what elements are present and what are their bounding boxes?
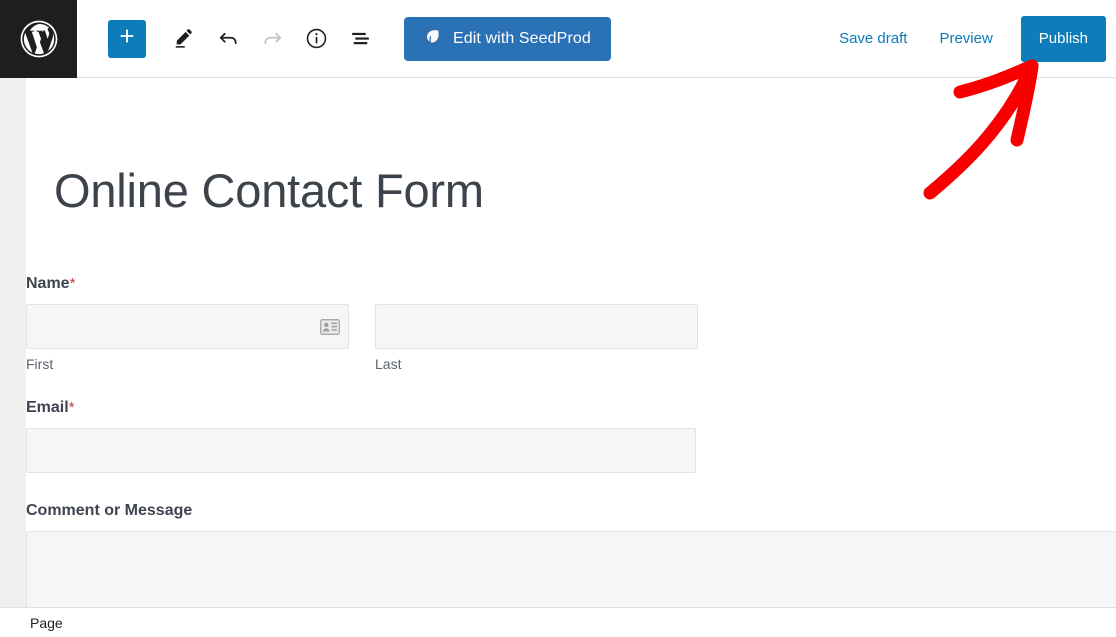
name-required-marker: * <box>69 275 76 292</box>
name-fields-row: First Last <box>26 304 1116 372</box>
email-input[interactable] <box>26 428 696 473</box>
seedprod-leaf-icon <box>420 25 442 52</box>
publish-button[interactable]: Publish <box>1020 15 1106 62</box>
comment-textarea[interactable] <box>26 531 1116 607</box>
preview-button[interactable]: Preview <box>923 20 1008 57</box>
page-title[interactable]: Online Contact Form <box>54 165 484 217</box>
editor-canvas: Online Contact Form Name* First Last Ema… <box>0 78 1116 607</box>
redo-arrow-icon <box>260 26 285 51</box>
undo-button[interactable] <box>206 17 250 61</box>
toolbar-left-group: Edit with SeedProd <box>77 16 823 61</box>
post-content-sheet: Online Contact Form Name* First Last Ema… <box>26 78 1116 607</box>
breadcrumb: Page <box>0 607 1116 637</box>
name-first-input[interactable] <box>26 304 349 349</box>
comment-label-text: Comment or Message <box>26 502 193 519</box>
form-field-name: Name* First Last <box>26 276 1116 372</box>
details-info-button[interactable] <box>294 17 338 61</box>
info-circle-icon <box>304 26 329 51</box>
editor-header-toolbar: Edit with SeedProd Save draft Preview Pu… <box>0 0 1116 78</box>
list-view-icon <box>348 26 373 51</box>
form-field-email: Email* <box>26 400 1116 473</box>
pencil-icon <box>172 26 197 51</box>
wordpress-logo-button[interactable] <box>0 0 77 78</box>
wordpress-block-editor: Edit with SeedProd Save draft Preview Pu… <box>0 0 1116 637</box>
email-field-label: Email* <box>26 400 1116 416</box>
contact-form-block: Name* First Last Email* Comment or Messa… <box>26 276 1116 607</box>
wordpress-logo-icon <box>17 17 61 61</box>
toolbar-right-group: Save draft Preview Publish <box>823 15 1116 62</box>
plus-icon <box>116 25 138 52</box>
name-last-input[interactable] <box>375 304 698 349</box>
contact-card-icon[interactable] <box>319 318 341 336</box>
breadcrumb-item-page[interactable]: Page <box>30 615 63 631</box>
save-draft-button[interactable]: Save draft <box>823 20 923 57</box>
email-label-text: Email <box>26 399 69 416</box>
add-block-button[interactable] <box>108 19 146 58</box>
edit-with-seedprod-button[interactable]: Edit with SeedProd <box>404 16 611 61</box>
form-field-comment: Comment or Message <box>26 503 1116 607</box>
seedprod-button-label: Edit with SeedProd <box>453 29 591 47</box>
email-required-marker: * <box>68 399 75 416</box>
name-first-column: First <box>26 304 349 372</box>
undo-arrow-icon <box>216 26 241 51</box>
name-label-text: Name <box>26 275 70 292</box>
comment-field-label: Comment or Message <box>26 503 1116 519</box>
name-field-label: Name* <box>26 276 1116 292</box>
list-view-button[interactable] <box>338 17 382 61</box>
name-last-column: Last <box>375 304 698 372</box>
name-last-sublabel: Last <box>375 356 402 372</box>
name-first-sublabel: First <box>26 356 54 372</box>
redo-button[interactable] <box>250 17 294 61</box>
tools-pencil-button[interactable] <box>162 17 206 61</box>
